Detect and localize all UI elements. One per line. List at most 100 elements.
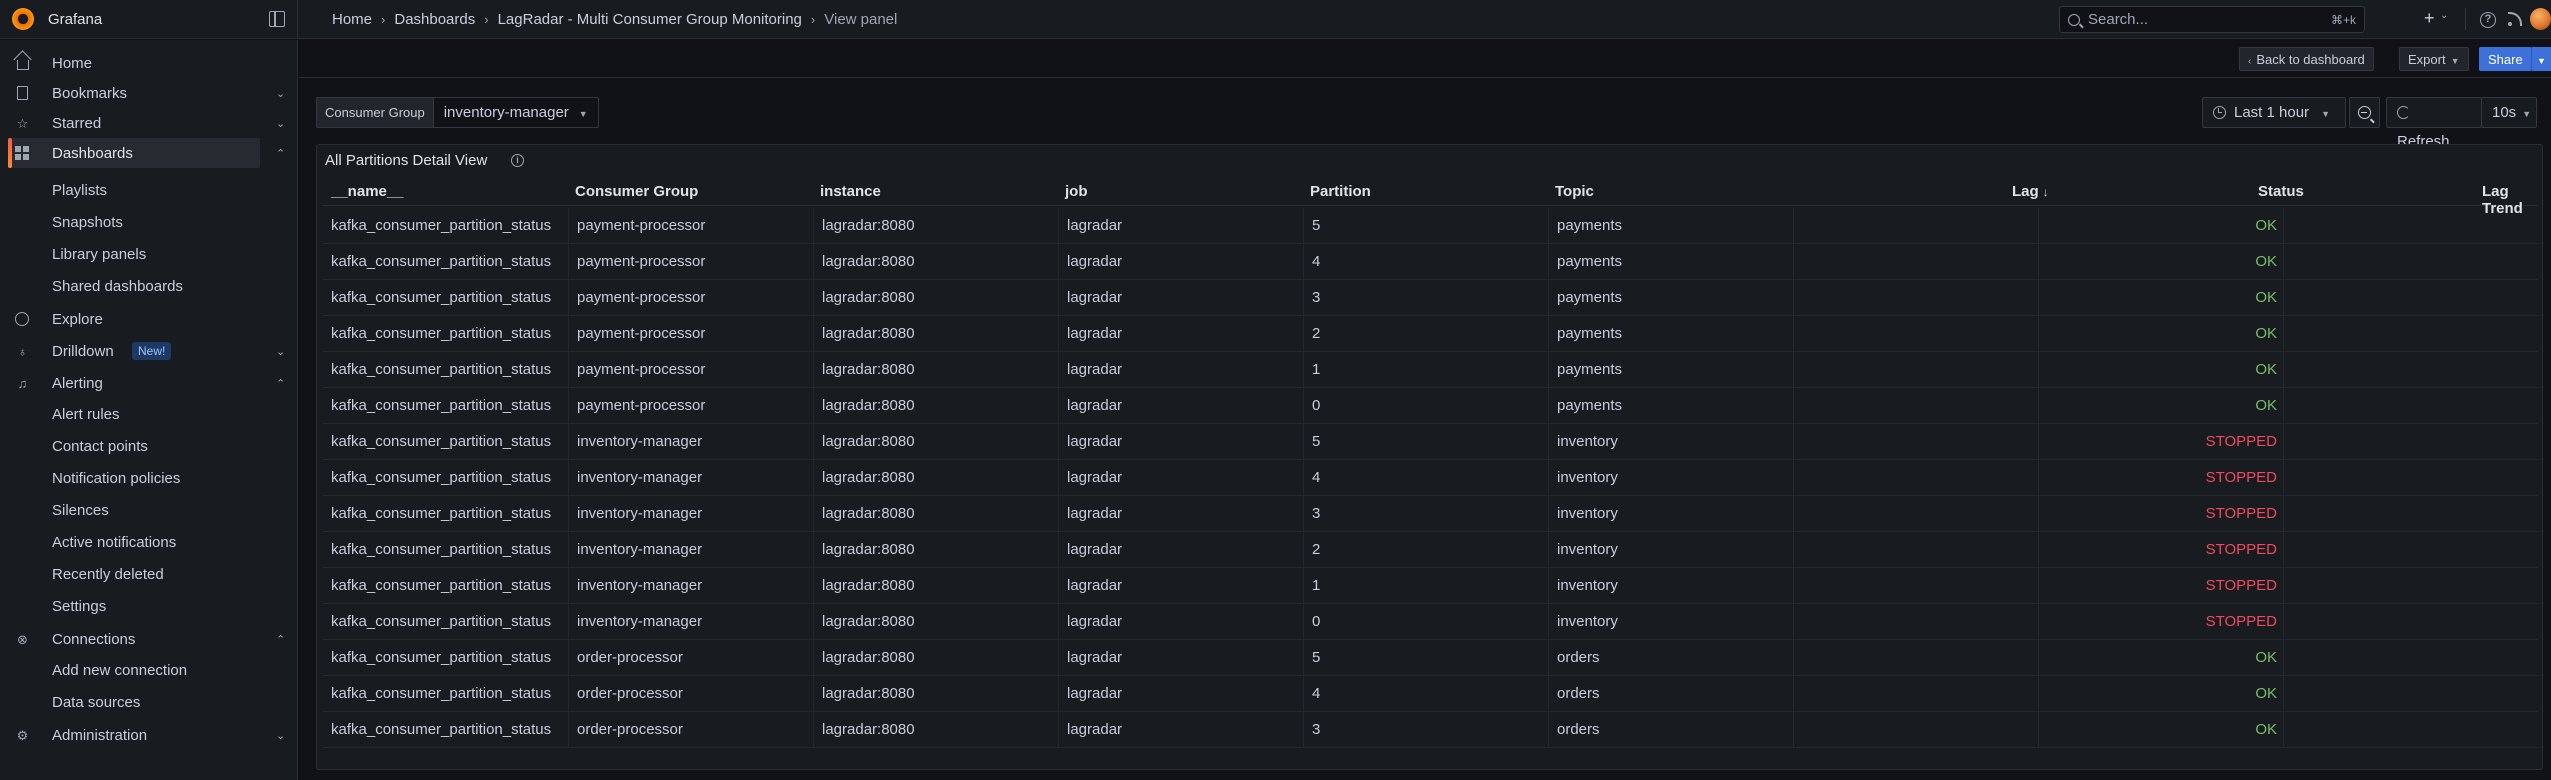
new-plus-icon[interactable]: +: [2424, 8, 2435, 29]
sidebar-item-notification-policies[interactable]: Notification policies: [52, 470, 180, 487]
share-dropdown-button[interactable]: ▼: [2531, 47, 2551, 71]
table-row[interactable]: kafka_consumer_partition_status payment-p…: [323, 388, 2538, 424]
cell-status: STOPPED: [2038, 532, 2283, 568]
table-row[interactable]: kafka_consumer_partition_status payment-p…: [323, 316, 2538, 352]
table-row[interactable]: kafka_consumer_partition_status order-pro…: [323, 640, 2538, 676]
chevron-down-icon[interactable]: ⌄: [2440, 10, 2448, 21]
table-row[interactable]: kafka_consumer_partition_status payment-p…: [323, 208, 2538, 244]
cell-topic: orders: [1548, 712, 1793, 748]
sidebar-item-snapshots[interactable]: Snapshots: [52, 214, 123, 231]
chevron-down-icon[interactable]: ⌄: [276, 87, 285, 100]
cell-partition: 5: [1303, 424, 1548, 460]
cell-job: lagradar: [1058, 712, 1303, 748]
breadcrumb-separator-icon: ›: [381, 11, 386, 27]
sidebar-item-explore[interactable]: Explore: [0, 304, 298, 334]
consumer-group-select[interactable]: inventory-manager ▼: [432, 97, 599, 128]
sidebar-item-alerting[interactable]: ♫ Alerting ⌃: [0, 368, 298, 398]
sidebar-item-silences[interactable]: Silences: [52, 502, 109, 519]
sidebar-item-home[interactable]: Home: [0, 48, 298, 78]
chevron-up-icon[interactable]: ⌃: [276, 633, 285, 646]
refresh-button[interactable]: Refresh: [2386, 97, 2482, 150]
zoom-out-button[interactable]: [2349, 97, 2380, 128]
back-to-dashboard-label: Back to dashboard: [2256, 52, 2365, 67]
sidebar-item-drilldown[interactable]: ♁ Drilldown New! ⌄: [0, 336, 298, 366]
cell-lag: [1793, 424, 2038, 460]
table-row[interactable]: kafka_consumer_partition_status inventory…: [323, 496, 2538, 532]
sidebar-item-active-notifications[interactable]: Active notifications: [52, 534, 176, 551]
back-to-dashboard-button[interactable]: ‹ Back to dashboard: [2239, 47, 2374, 71]
cell-name: kafka_consumer_partition_status: [331, 685, 552, 702]
sidebar-item-recently-deleted[interactable]: Recently deleted: [52, 566, 164, 583]
avatar[interactable]: [2530, 8, 2551, 30]
divider: [2465, 8, 2466, 30]
chevron-down-icon[interactable]: ⌄: [276, 729, 285, 742]
cell-job: lagradar: [1058, 424, 1303, 460]
column-header-lag[interactable]: Lag ↓: [2012, 183, 2049, 200]
sidebar-item-alert-rules[interactable]: Alert rules: [52, 406, 120, 423]
table-row[interactable]: kafka_consumer_partition_status payment-p…: [323, 352, 2538, 388]
chevron-down-icon: ▼: [578, 109, 588, 119]
chevron-up-icon[interactable]: ⌃: [276, 377, 285, 390]
column-header-topic[interactable]: Topic: [1555, 183, 1594, 200]
cell-lag-trend: [2283, 280, 2538, 316]
column-header-consumer-group[interactable]: Consumer Group: [575, 183, 698, 200]
sidebar-item-bookmarks[interactable]: Bookmarks ⌄: [0, 78, 298, 108]
sidebar-item-shared-dashboards[interactable]: Shared dashboards: [52, 278, 183, 295]
sidebar-item-administration[interactable]: ⚙ Administration ⌄: [0, 720, 298, 750]
column-header-instance[interactable]: instance: [820, 183, 881, 200]
cell-status: OK: [2038, 316, 2283, 352]
sidebar-item-data-sources[interactable]: Data sources: [52, 694, 140, 711]
cell-lag: [1793, 712, 2038, 748]
column-header-status[interactable]: Status: [2258, 183, 2304, 200]
help-icon[interactable]: ?: [2480, 12, 2496, 28]
column-header-partition[interactable]: Partition: [1310, 183, 1371, 200]
sidebar-item-library-panels[interactable]: Library panels: [52, 246, 146, 263]
sidebar-item-connections[interactable]: ⊗ Connections ⌃: [0, 624, 298, 654]
table-row[interactable]: kafka_consumer_partition_status payment-p…: [323, 244, 2538, 280]
share-button[interactable]: Share: [2479, 47, 2532, 71]
table-row[interactable]: kafka_consumer_partition_status inventory…: [323, 460, 2538, 496]
export-label: Export: [2408, 52, 2446, 67]
table-row[interactable]: kafka_consumer_partition_status inventory…: [323, 604, 2538, 640]
sidebar-item-label: Drilldown: [52, 342, 114, 360]
bookmark-icon: [17, 86, 28, 100]
sidebar-item-dashboards[interactable]: Dashboards ⌃: [0, 138, 298, 168]
table-row[interactable]: kafka_consumer_partition_status inventory…: [323, 568, 2538, 604]
search-input[interactable]: Search... ⌘+k: [2059, 6, 2365, 33]
cell-instance: lagradar:8080: [813, 352, 1058, 388]
news-icon[interactable]: [2508, 12, 2522, 26]
cell-lag-trend: [2283, 712, 2538, 748]
cell-consumer-group: order-processor: [568, 712, 813, 748]
table-row[interactable]: kafka_consumer_partition_status payment-p…: [323, 280, 2538, 316]
time-range-picker[interactable]: Last 1 hour ▼: [2202, 97, 2346, 128]
dock-menu-icon[interactable]: [269, 10, 285, 27]
cell-topic: inventory: [1548, 568, 1793, 604]
search-placeholder: Search...: [2088, 11, 2149, 28]
table-row[interactable]: kafka_consumer_partition_status order-pro…: [323, 676, 2538, 712]
breadcrumb-dashboard[interactable]: LagRadar - Multi Consumer Group Monitori…: [498, 11, 802, 28]
breadcrumb-dashboards[interactable]: Dashboards: [394, 11, 475, 28]
chevron-up-icon[interactable]: ⌃: [276, 147, 285, 160]
panel-title: All Partitions Detail View: [325, 152, 488, 169]
sidebar-item-add-new-connection[interactable]: Add new connection: [52, 662, 187, 679]
refresh-interval-picker[interactable]: 10s ▼: [2481, 97, 2537, 128]
cell-consumer-group: inventory-manager: [568, 532, 813, 568]
export-button[interactable]: Export ▼: [2399, 47, 2469, 71]
chevron-down-icon[interactable]: ⌄: [276, 117, 285, 130]
breadcrumb-home[interactable]: Home: [332, 11, 372, 28]
column-header-name[interactable]: __name__: [331, 183, 404, 200]
cell-partition: 5: [1303, 640, 1548, 676]
chevron-down-icon[interactable]: ⌄: [276, 345, 285, 358]
grafana-logo-icon[interactable]: [12, 8, 34, 30]
table-row[interactable]: kafka_consumer_partition_status inventory…: [323, 532, 2538, 568]
column-header-job[interactable]: job: [1065, 183, 1088, 200]
sidebar-item-settings[interactable]: Settings: [52, 598, 106, 615]
cell-job: lagradar: [1058, 244, 1303, 280]
sidebar-item-starred[interactable]: ☆ Starred ⌄: [0, 108, 298, 138]
table-header: __name__ Consumer Group instance job Par…: [323, 178, 2538, 217]
sidebar-item-playlists[interactable]: Playlists: [52, 182, 107, 199]
sidebar-item-contact-points[interactable]: Contact points: [52, 438, 148, 455]
table-row[interactable]: kafka_consumer_partition_status inventory…: [323, 424, 2538, 460]
info-icon[interactable]: i: [511, 154, 524, 167]
table-row[interactable]: kafka_consumer_partition_status order-pro…: [323, 712, 2538, 748]
